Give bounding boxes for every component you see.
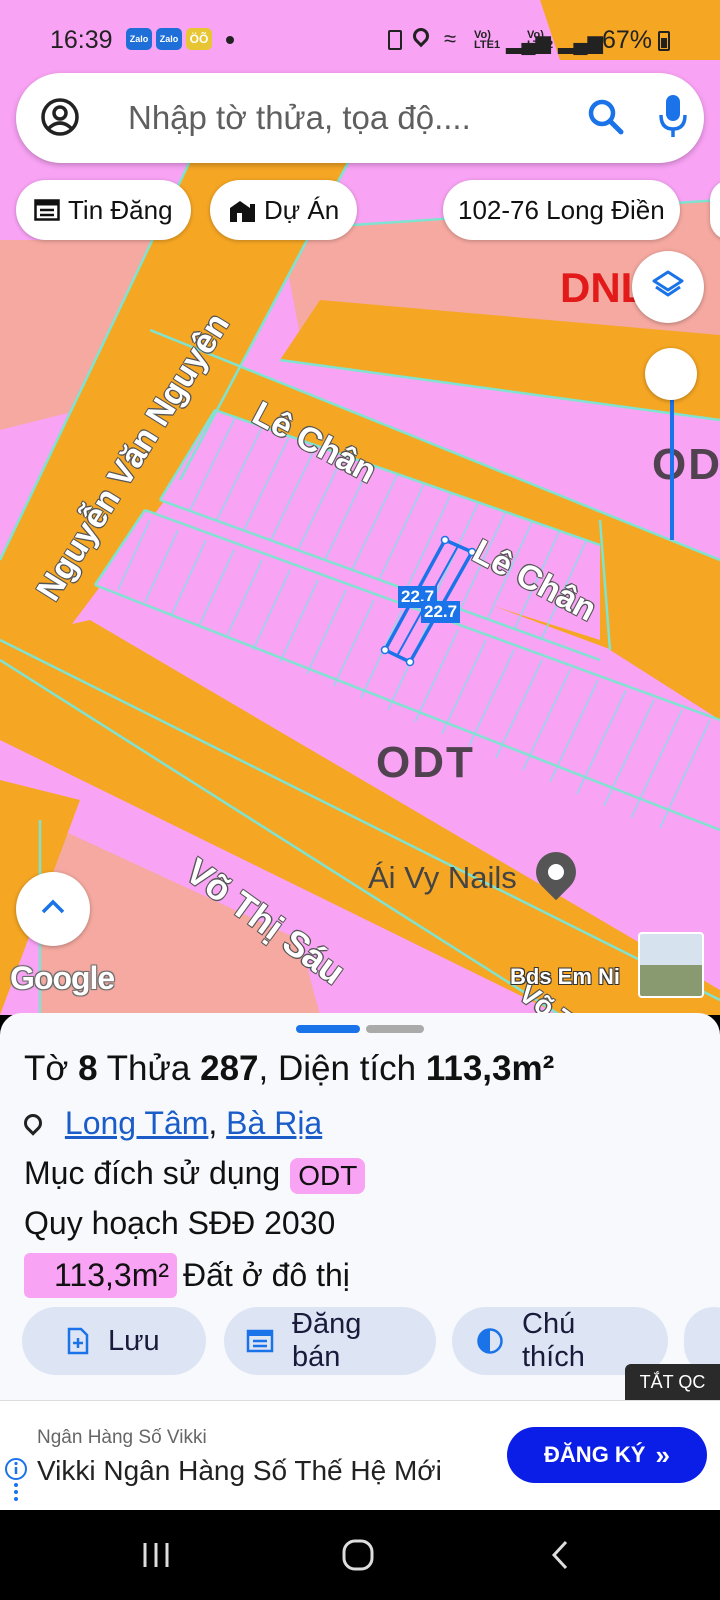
plan-area-badge: 113,3m² (24, 1253, 178, 1298)
microphone-icon[interactable] (658, 93, 688, 146)
save-button[interactable]: Lưu (22, 1307, 206, 1375)
post-listing-icon (246, 1329, 274, 1353)
search-bar[interactable]: Nhập tờ thửa, tọa độ.... (16, 73, 704, 163)
poi-label[interactable]: Ái Vy Nails (368, 860, 517, 896)
status-time: 16:39 (50, 26, 113, 54)
battery-percent: 67% (601, 26, 652, 54)
google-attribution: Google (10, 960, 115, 996)
ad-banner[interactable]: Ngân Hàng Số Vikki Vikki Ngân Hàng Số Th… (0, 1400, 720, 1510)
parcel-title: Tờ 8 Thửa 287, Diện tích 113,3m² (24, 1049, 555, 1088)
layers-button[interactable] (632, 251, 704, 323)
sheet-handle[interactable] (366, 1025, 424, 1033)
search-input[interactable]: Nhập tờ thửa, tọa độ.... (128, 99, 471, 137)
measurement-label-2: 22.7 (421, 601, 461, 623)
dot-icon (226, 36, 234, 44)
status-bar: 16:39 Zalo Zalo ÖÕ ≈ Vo) LTE1 ▂▄▆ Vo) LT… (0, 0, 720, 60)
street-view-thumbnail[interactable] (638, 932, 704, 998)
layers-icon (651, 268, 685, 307)
double-chevron-right-icon: » (655, 1439, 670, 1470)
network-lte1: Vo) LTE1 (474, 29, 501, 51)
back-button[interactable] (530, 1530, 590, 1580)
home-button[interactable] (328, 1530, 388, 1580)
zalo-notification-icon: Zalo (126, 28, 152, 50)
chip-tin-dang-label: Tin Đăng (68, 194, 173, 225)
hide-ads-button[interactable]: TẮT QC (625, 1364, 720, 1400)
location-icon (409, 24, 433, 48)
sim-icon (388, 30, 402, 50)
sheet-handle-active[interactable] (296, 1025, 360, 1033)
parcel-info-sheet[interactable]: Tờ 8 Thửa 287, Diện tích 113,3m² Long Tâ… (0, 1013, 720, 1400)
city-link[interactable]: Bà Rịa (226, 1105, 322, 1141)
post-listing-label: Đăng bán (292, 1308, 362, 1373)
expand-button[interactable] (16, 872, 90, 946)
post-listing-button[interactable]: Đăng bán (224, 1307, 436, 1375)
account-icon[interactable] (40, 97, 80, 142)
chip-du-an[interactable]: Dự Án (210, 180, 358, 240)
listing-icon (34, 199, 60, 221)
legend-icon (476, 1327, 504, 1355)
zone-label-odt-main: ODT (376, 738, 475, 787)
street-view-label[interactable]: Bds Em Ni (510, 964, 620, 990)
ad-cta-label: ĐĂNG KÝ (544, 1442, 646, 1467)
chip-du-an-label: Dự Án (264, 194, 340, 225)
plan-use-label: Đất ở đô thị (183, 1257, 350, 1293)
battery-icon (658, 31, 670, 51)
building-icon (228, 198, 256, 222)
ad-sponsor: Ngân Hàng Số Vikki (37, 1427, 207, 1448)
parcel-plan-title: Quy hoạch SĐĐ 2030 (24, 1205, 336, 1241)
parcel-plan-row: 113,3m² Đất ở đô thị (24, 1253, 350, 1298)
legend-label: Chú thích (522, 1308, 585, 1373)
save-button-label: Lưu (108, 1324, 160, 1357)
signal-icon-2: ▂▄▆ (558, 32, 603, 54)
parcel-purpose: Mục đích sử dụng ODT (24, 1155, 366, 1194)
add-file-icon (66, 1327, 90, 1355)
search-icon[interactable] (586, 97, 626, 142)
chevron-up-icon (40, 899, 66, 920)
system-navigation-bar (0, 1510, 720, 1600)
ward-link[interactable]: Long Tâm (65, 1105, 209, 1141)
app-notification-icon: ÖÕ (186, 28, 212, 50)
purpose-code-badge: ODT (290, 1157, 366, 1194)
recent-apps-button[interactable] (126, 1530, 186, 1580)
wifi-icon: ≈ (444, 26, 457, 51)
parcel-location: Long Tâm, Bà Rịa (20, 1105, 322, 1142)
chip-tin-dang[interactable]: Tin Đăng (16, 180, 191, 240)
zone-label-odt-right: ODT (652, 440, 720, 489)
ad-cta-button[interactable]: ĐĂNG KÝ » (507, 1427, 707, 1483)
network-lte2: Vo) LTE2 (527, 29, 554, 51)
location-pin-icon (20, 1110, 46, 1136)
ad-info-icon[interactable] (4, 1457, 28, 1510)
zalo-notification-icon-2: Zalo (156, 28, 182, 50)
opacity-slider-knob[interactable] (645, 348, 697, 400)
chip-recent-location[interactable]: 102-76 Long Điền (443, 180, 680, 240)
chip-recent-location-label: 102-76 Long Điền (458, 194, 665, 225)
ad-headline[interactable]: Vikki Ngân Hàng Số Thế Hệ Mới (37, 1455, 442, 1487)
